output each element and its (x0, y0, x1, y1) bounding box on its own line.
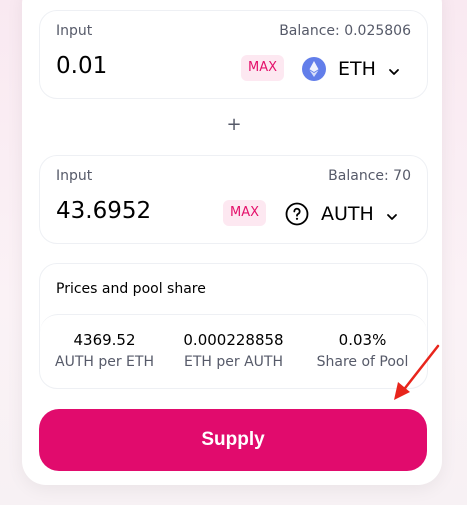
token-name: AUTH (321, 203, 374, 225)
chevron-down-icon (388, 63, 400, 75)
stat-value: 4369.52 (73, 331, 136, 349)
unknown-token-icon (285, 202, 309, 226)
stat-label: ETH per AUTH (184, 354, 283, 370)
amount-input[interactable]: 0.01 (56, 53, 107, 79)
stat-eth-per-auth: 0.000228858 ETH per AUTH (169, 315, 298, 389)
token-input-panel-auth: Input Balance: 70 43.6952 MAX AUTH (39, 155, 428, 244)
balance-text: Balance: 70 (328, 168, 411, 184)
max-button[interactable]: MAX (223, 200, 267, 226)
chevron-down-icon (386, 208, 398, 220)
prices-title: Prices and pool share (56, 281, 206, 297)
annotation-arrow-icon (394, 344, 440, 400)
input-label: Input (56, 168, 93, 184)
token-selector-auth[interactable]: AUTH (285, 200, 398, 228)
stat-auth-per-eth: 4369.52 AUTH per ETH (40, 315, 169, 389)
token-input-panel-eth: Input Balance: 0.025806 0.01 MAX ETH (39, 10, 428, 99)
token-selector-eth[interactable]: ETH (302, 55, 400, 83)
supply-button[interactable]: Supply (39, 409, 427, 471)
input-label: Input (56, 23, 93, 39)
stat-label: AUTH per ETH (55, 354, 154, 370)
ethereum-icon (302, 57, 326, 81)
token-name: ETH (338, 58, 376, 80)
prices-stats: 4369.52 AUTH per ETH 0.000228858 ETH per… (40, 314, 427, 389)
balance-text: Balance: 0.025806 (279, 23, 411, 39)
amount-input[interactable]: 43.6952 (56, 198, 151, 224)
max-button[interactable]: MAX (241, 55, 285, 81)
stat-value: 0.000228858 (183, 331, 284, 349)
plus-separator: + (226, 114, 242, 135)
prices-pool-share-box: Prices and pool share 4369.52 AUTH per E… (39, 263, 428, 389)
